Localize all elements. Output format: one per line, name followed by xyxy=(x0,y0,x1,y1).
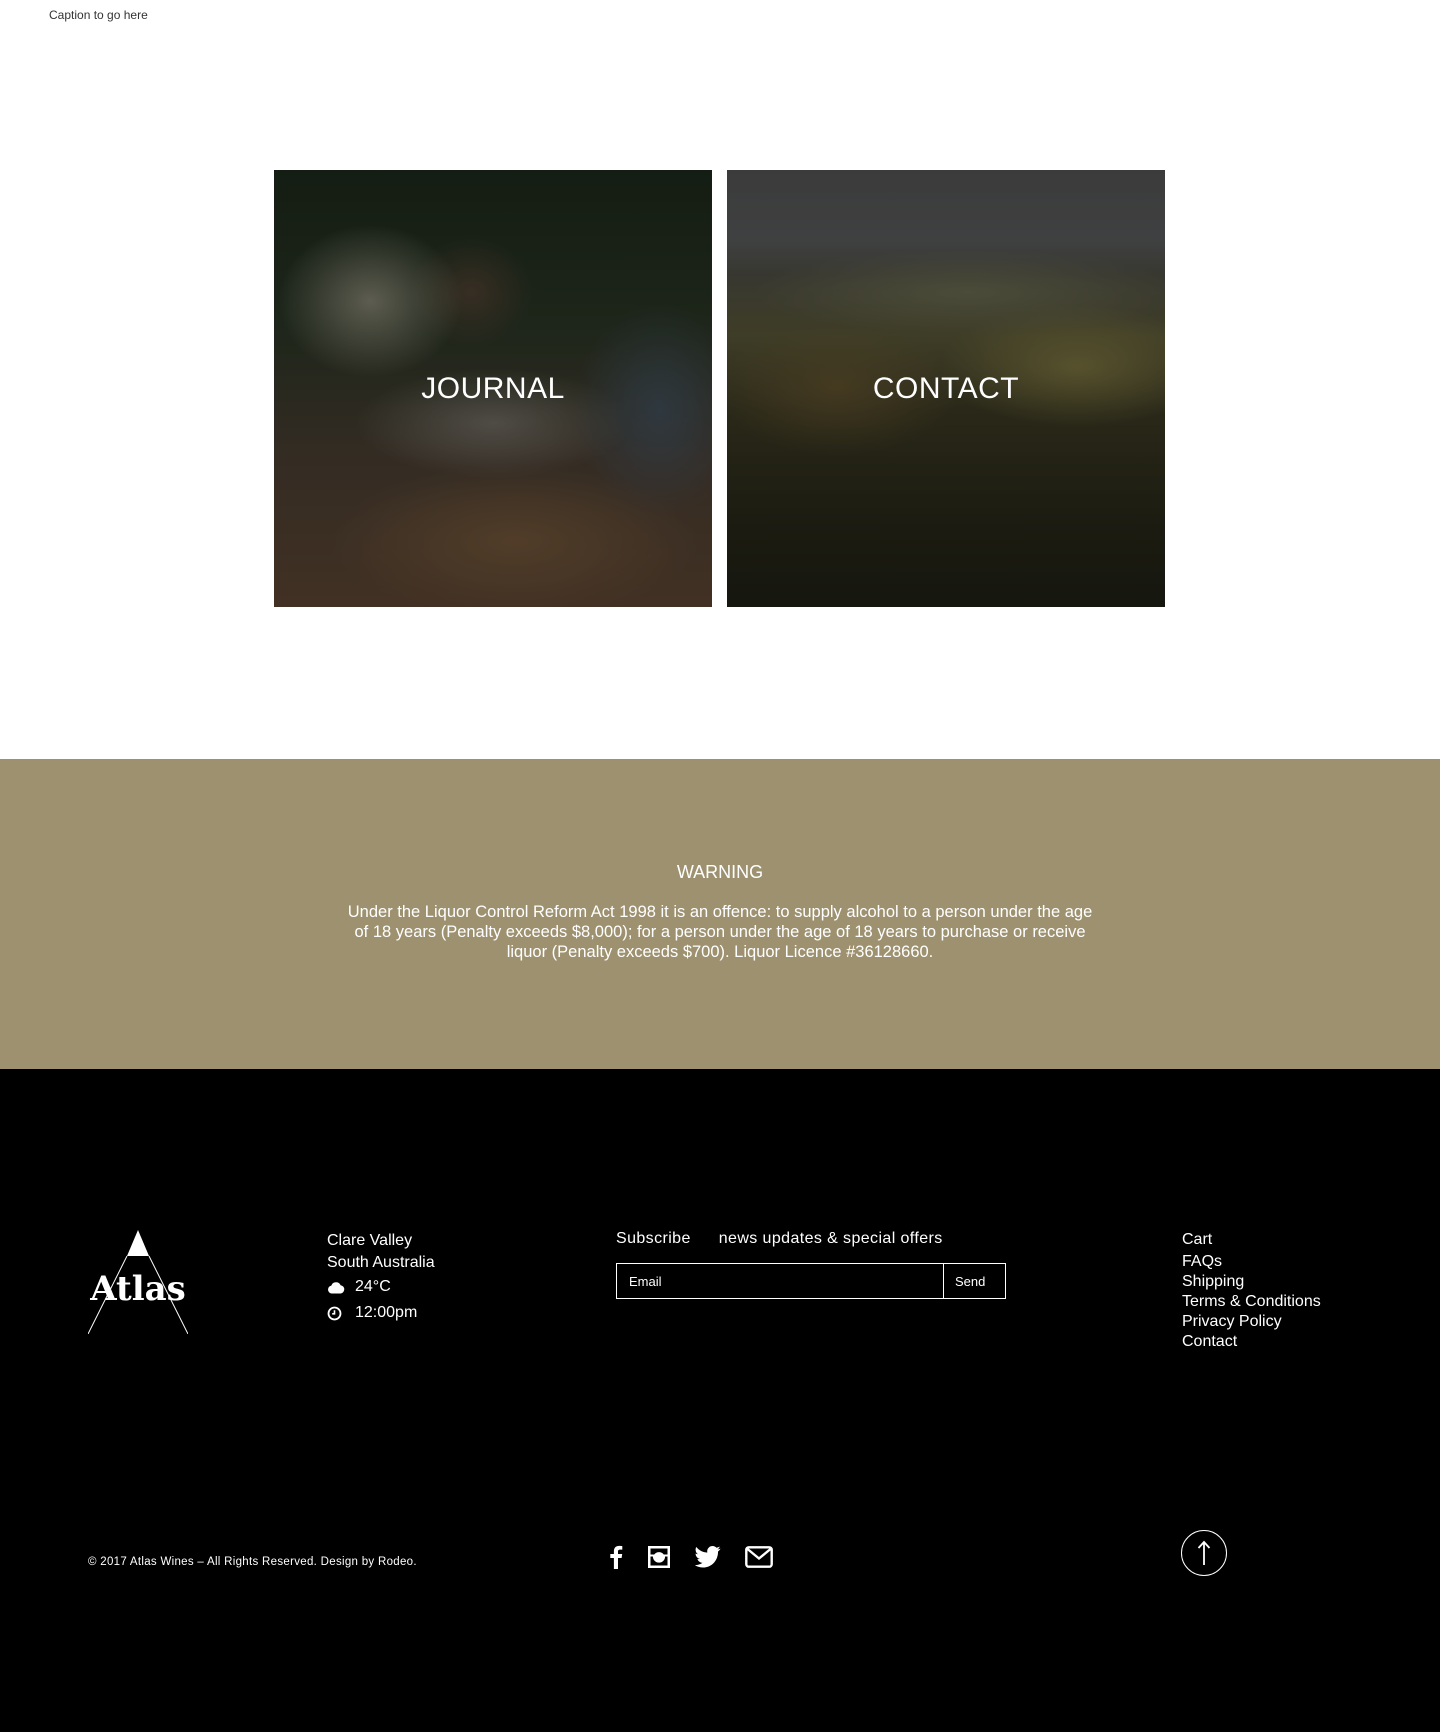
arrow-up-icon xyxy=(1197,1540,1211,1565)
image-caption: Caption to go here xyxy=(49,8,148,22)
warning-section: WARNING Under the Liquor Control Reform … xyxy=(0,759,1440,1069)
footer-link-contact[interactable]: Contact xyxy=(1182,1333,1237,1350)
instagram-icon[interactable] xyxy=(647,1543,671,1571)
atlas-logo[interactable]: Atlas xyxy=(88,1230,188,1334)
cloud-icon xyxy=(327,1281,355,1294)
twitter-icon[interactable] xyxy=(695,1543,721,1571)
location-line-2: South Australia xyxy=(327,1254,435,1271)
subscribe-form: Send xyxy=(616,1263,1006,1299)
weather-row: 24°C xyxy=(327,1274,435,1300)
send-button[interactable]: Send xyxy=(943,1264,1005,1298)
facebook-icon[interactable] xyxy=(609,1543,623,1571)
subscribe-heading: Subscribe xyxy=(616,1230,691,1247)
journal-tile-label: JOURNAL xyxy=(421,371,565,405)
warning-title: WARNING xyxy=(676,862,764,882)
contact-tile-label: CONTACT xyxy=(872,371,1020,405)
atlas-logo-text: Atlas xyxy=(89,1269,186,1309)
email-icon[interactable] xyxy=(745,1543,773,1571)
email-field[interactable] xyxy=(617,1264,943,1298)
subscribe-block: Subscribe news updates & special offers … xyxy=(616,1230,1006,1299)
social-links xyxy=(609,1543,797,1571)
warning-text: Under the Liquor Control Reform Act 1998… xyxy=(347,903,1093,961)
back-to-top-button[interactable] xyxy=(1181,1530,1227,1576)
temperature: 24°C xyxy=(355,1278,391,1295)
footer: Atlas Clare Valley South Australia 24°C … xyxy=(0,1069,1440,1732)
footer-link-privacy[interactable]: Privacy Policy xyxy=(1182,1313,1282,1330)
copyright: © 2017 Atlas Wines – All Rights Reserved… xyxy=(88,1556,417,1568)
atlas-logo-mark: Atlas xyxy=(88,1230,188,1334)
journal-tile[interactable]: JOURNAL xyxy=(274,170,712,607)
footer-link-cart[interactable]: Cart xyxy=(1182,1231,1212,1248)
location-line-1: Clare Valley xyxy=(327,1232,413,1249)
contact-tile[interactable]: CONTACT xyxy=(727,170,1165,607)
footer-links: Cart FAQs Shipping Terms & Conditions Pr… xyxy=(1182,1230,1321,1352)
location-info: Clare Valley South Australia 24°C 12:00p… xyxy=(327,1230,435,1326)
subscribe-subheading: news updates & special offers xyxy=(718,1230,943,1247)
footer-link-terms[interactable]: Terms & Conditions xyxy=(1182,1293,1321,1310)
clock-icon xyxy=(327,1306,355,1321)
time-row: 12:00pm xyxy=(327,1300,435,1326)
local-time: 12:00pm xyxy=(355,1304,418,1321)
footer-link-faqs[interactable]: FAQs xyxy=(1182,1253,1222,1270)
footer-link-shipping[interactable]: Shipping xyxy=(1182,1273,1244,1290)
